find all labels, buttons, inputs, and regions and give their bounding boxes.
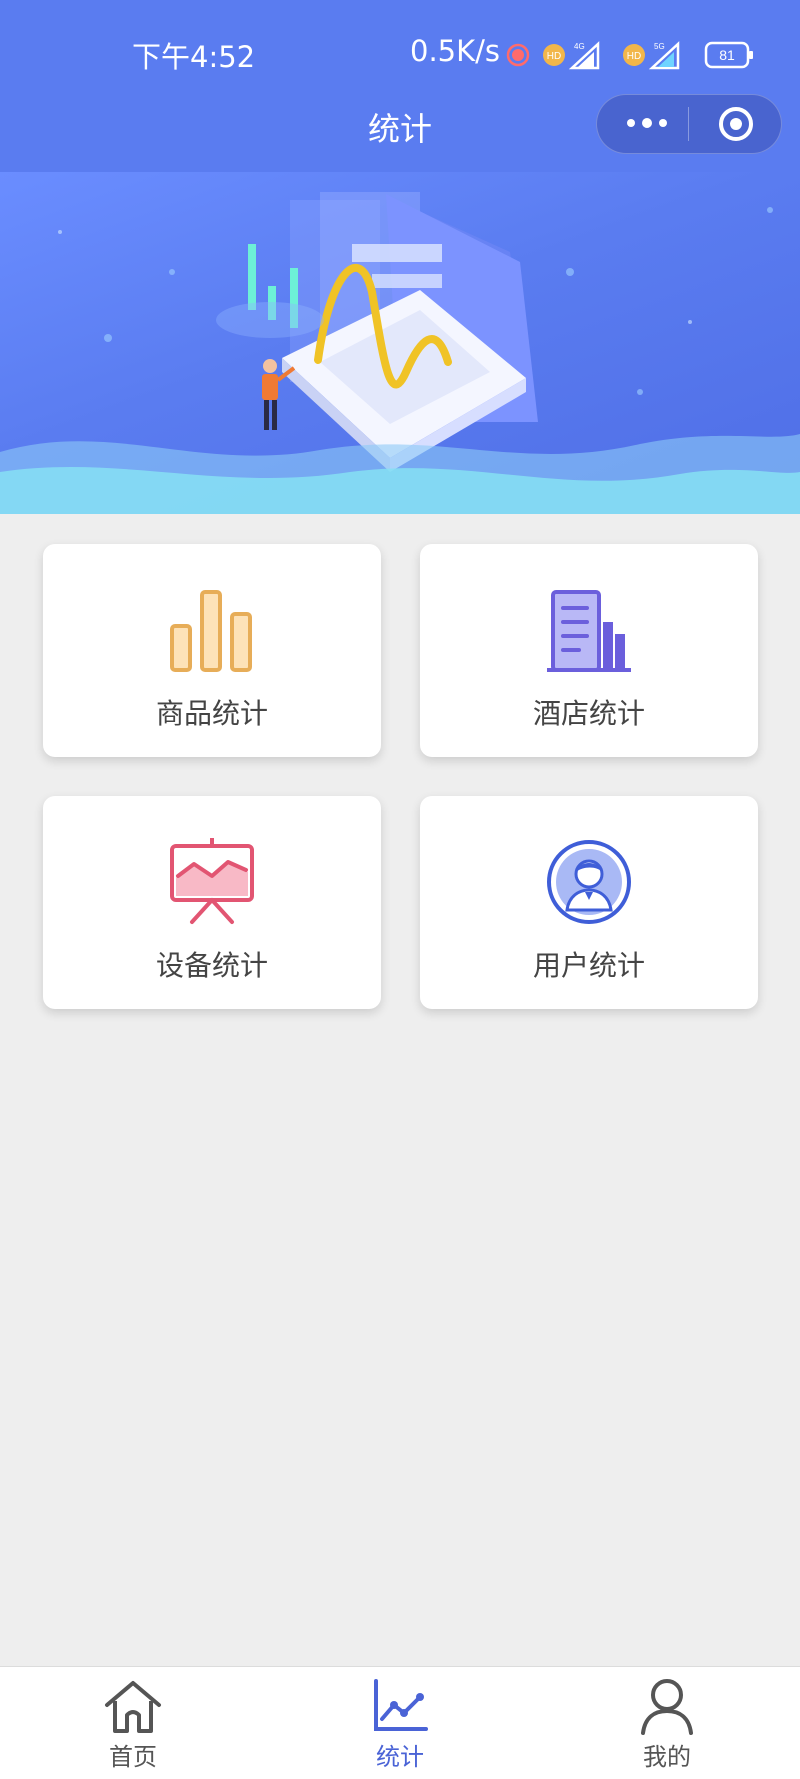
tab-profile[interactable]: 我的: [587, 1667, 747, 1779]
card-user-stats[interactable]: 用户统计: [420, 796, 758, 1009]
status-bar: 下午4:52 0.5K/s HD 4G HD 5G 81: [0, 0, 800, 100]
wave-front: [0, 467, 800, 514]
hd-icon: HD: [623, 44, 645, 66]
card-label: 设备统计: [155, 949, 268, 982]
svg-text:HD: HD: [627, 51, 641, 62]
home-icon: [105, 1681, 161, 1733]
presenter-figure: [262, 359, 296, 430]
tab-label: 首页: [109, 1743, 157, 1771]
card-label: 用户统计: [532, 949, 645, 982]
tab-home[interactable]: 首页: [53, 1667, 213, 1779]
tab-label: 统计: [376, 1743, 424, 1771]
card-goods-stats[interactable]: 商品统计: [43, 544, 381, 757]
bottom-tab-bar: 首页 统计 我的: [0, 1666, 800, 1779]
svg-text:81: 81: [719, 47, 735, 63]
card-label: 商品统计: [155, 697, 268, 730]
presentation-board-icon: [170, 838, 254, 924]
line-chart-icon: [374, 1679, 428, 1731]
svg-text:4G: 4G: [574, 42, 585, 51]
status-icons: HD 4G HD 5G 81: [506, 41, 753, 70]
user-avatar-icon: [547, 840, 631, 924]
banner-illustration: [0, 172, 800, 514]
svg-text:HD: HD: [547, 51, 561, 62]
signal-4g-icon: 4G: [568, 41, 600, 70]
more-dots-icon[interactable]: [625, 115, 669, 131]
top-header: 下午4:52 0.5K/s HD 4G HD 5G 81 统计: [0, 0, 800, 172]
mini-program-capsule: [596, 94, 782, 154]
bar-chart-icon: [170, 590, 252, 672]
card-device-stats[interactable]: 设备统计: [43, 796, 381, 1009]
building-icon: [547, 590, 631, 672]
person-icon: [641, 1679, 693, 1735]
capsule-divider: [688, 107, 689, 141]
alarm-icon: [506, 43, 530, 67]
card-label: 酒店统计: [532, 697, 645, 730]
hd-icon: HD: [543, 44, 565, 66]
battery-icon: 81: [704, 41, 753, 69]
network-speed: 0.5K/s: [410, 34, 501, 68]
tab-label: 我的: [643, 1743, 691, 1771]
svg-text:5G: 5G: [654, 42, 665, 51]
target-icon[interactable]: [717, 105, 755, 143]
card-hotel-stats[interactable]: 酒店统计: [420, 544, 758, 757]
tab-stats[interactable]: 统计: [320, 1667, 480, 1779]
signal-5g-icon: 5G: [648, 41, 680, 70]
status-time: 下午4:52: [132, 40, 256, 74]
